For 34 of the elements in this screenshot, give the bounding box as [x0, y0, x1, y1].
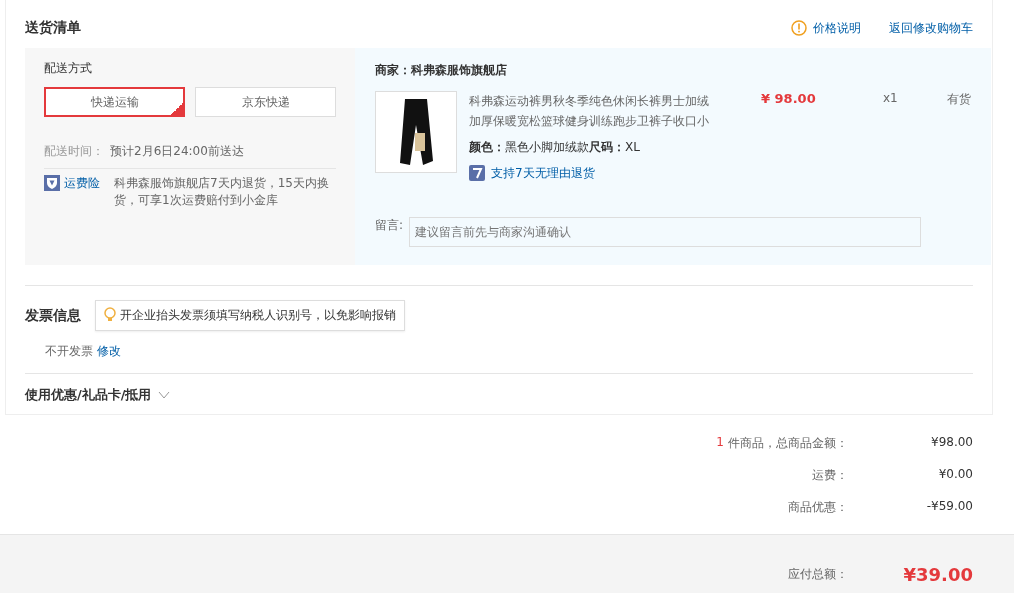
- insurance-link[interactable]: 运费险: [44, 175, 100, 209]
- shipping-title: 配送方式: [44, 60, 93, 77]
- summary-label: 商品优惠：: [788, 499, 848, 516]
- product-spec: 尺码：XL: [589, 140, 640, 154]
- summary-label: 运费：: [812, 467, 848, 484]
- invoice-title: 发票信息: [25, 306, 81, 325]
- summary-value: ¥0.00: [937, 467, 973, 483]
- stock-status: 有货: [947, 91, 971, 108]
- section-title: 送货清单: [25, 19, 81, 37]
- product-spec: 颜色：黑色小脚加绒款: [469, 140, 589, 154]
- delivery-time: 预计2月6日24:00前送达: [110, 143, 244, 160]
- header-link[interactable]: 返回修改购物车: [889, 19, 973, 37]
- total-label: 应付总额：: [788, 565, 848, 583]
- item-count: 1: [716, 435, 724, 451]
- edit-link[interactable]: 修改: [97, 343, 121, 360]
- invoice-tip: 开企业抬头发票须填写纳税人识别号，以免影响报销: [95, 300, 405, 331]
- shipping-option[interactable]: 快递运输: [44, 87, 186, 117]
- shipping-option[interactable]: 京东快递: [195, 87, 336, 117]
- message-field[interactable]: 建议留言前先与商家沟通确认: [409, 217, 922, 247]
- store-name: 商家：科弗森服饰旗舰店: [375, 62, 508, 79]
- product-quantity: x1: [883, 91, 899, 107]
- invoice-value: 不开发票: [45, 343, 93, 360]
- header-link[interactable]: 价格说明: [791, 19, 861, 37]
- message-label: 留言:: [375, 217, 404, 234]
- product-price: ¥ 98.00: [761, 91, 817, 108]
- delivery-time-label: 配送时间：: [44, 143, 104, 160]
- summary-value: -¥59.00: [925, 499, 973, 515]
- summary-label: 件商品，总商品金额：: [728, 435, 848, 452]
- return-policy: 支持7天无理由退货: [491, 165, 595, 182]
- coupons-toggle[interactable]: 使用优惠/礼品卡/抵用: [25, 374, 170, 414]
- insurance-text: 科弗森服饰旗舰店7天内退货，15天内换货，可享1次运费赔付到小金库: [114, 175, 330, 209]
- summary-value: ¥98.00: [930, 435, 973, 451]
- total-value: ¥39.00: [902, 563, 973, 585]
- product-title: 科弗森运动裤男秋冬季纯色休闲长裤男士加绒加厚保暖宽松篮球健身训练跑步卫裤子收口小: [469, 93, 710, 130]
